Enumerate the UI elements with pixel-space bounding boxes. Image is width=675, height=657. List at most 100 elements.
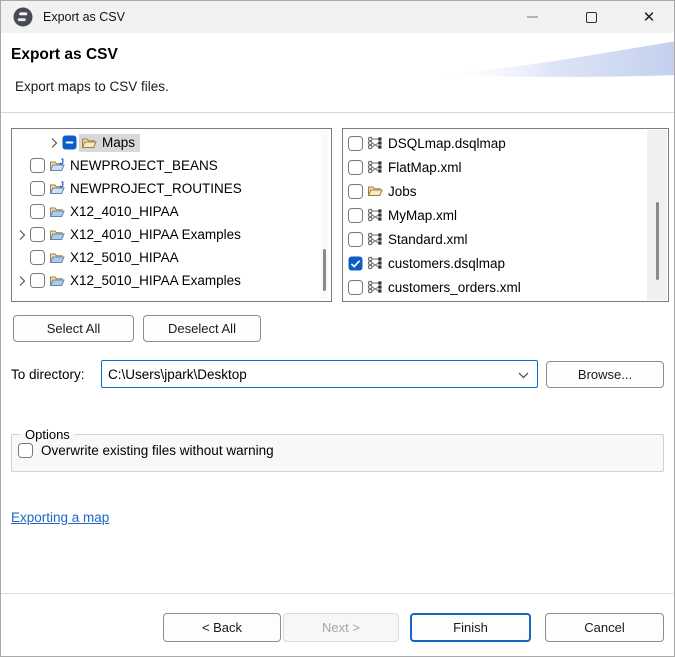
back-button[interactable]: < Back	[163, 613, 281, 642]
tree-item[interactable]: J NEWPROJECT_BEANS	[12, 154, 331, 177]
item-checkbox[interactable]	[348, 160, 363, 175]
next-button[interactable]: Next >	[283, 613, 399, 642]
tree-item[interactable]: X12_5010_HIPAA Examples	[12, 269, 331, 292]
item-checkbox[interactable]	[30, 158, 45, 173]
tree-item[interactable]: Maps	[12, 131, 331, 154]
select-all-button[interactable]: Select All	[13, 315, 134, 342]
footer-separator	[1, 593, 675, 594]
projects-tree-panel: Maps J NEWPROJECT_BEANS J NEWPROJECT_ROUTINE…	[11, 128, 332, 302]
chevron-right-icon[interactable]	[14, 273, 30, 289]
chevron-right-icon[interactable]	[46, 135, 62, 151]
item-label-area[interactable]: X12_4010_HIPAA	[47, 203, 184, 221]
item-label: MyMap.xml	[388, 208, 457, 223]
to-directory-label: To directory:	[11, 360, 85, 388]
item-label-area[interactable]: customers_orders.xml	[365, 278, 526, 296]
tree-item[interactable]: X12_4010_HIPAA Examples	[12, 223, 331, 246]
item-label: NEWPROJECT_BEANS	[70, 158, 218, 173]
item-label-area[interactable]: J NEWPROJECT_ROUTINES	[47, 180, 247, 198]
page-description: Export maps to CSV files.	[15, 79, 169, 94]
list-item[interactable]: customers.dsqlmap	[343, 251, 668, 275]
item-label-area[interactable]: X12_5010_HIPAA	[47, 249, 184, 267]
vertical-scrollbar[interactable]	[321, 131, 328, 299]
folder-open-icon	[367, 183, 384, 199]
wizard-header: Export as CSV Export maps to CSV files.	[1, 33, 675, 113]
directory-combobox[interactable]: C:\Users\jpark\Desktop	[101, 360, 538, 388]
item-checkbox[interactable]	[348, 280, 363, 295]
item-label: DSQLmap.dsqlmap	[388, 136, 506, 151]
item-label: NEWPROJECT_ROUTINES	[70, 181, 242, 196]
map-icon	[367, 135, 384, 151]
item-label-area[interactable]: J NEWPROJECT_BEANS	[47, 157, 223, 175]
item-checkbox[interactable]	[30, 250, 45, 265]
overwrite-checkbox[interactable]	[18, 443, 33, 458]
item-checkbox[interactable]	[30, 181, 45, 196]
cancel-button[interactable]: Cancel	[545, 613, 664, 642]
maximize-button[interactable]	[571, 1, 611, 33]
list-item[interactable]: Standard.xml	[343, 227, 668, 251]
tree-item[interactable]: J NEWPROJECT_ROUTINES	[12, 177, 331, 200]
close-icon: ✕	[643, 10, 656, 25]
item-checkbox[interactable]	[348, 136, 363, 151]
item-checkbox[interactable]	[348, 184, 363, 199]
item-label-area[interactable]: FlatMap.xml	[365, 158, 467, 176]
item-label: Maps	[102, 135, 135, 150]
scrollbar-thumb[interactable]	[656, 202, 659, 280]
tree-item[interactable]: X12_5010_HIPAA	[12, 246, 331, 269]
list-item[interactable]: customers_orders.xml	[343, 275, 668, 299]
window-title: Export as CSV	[43, 1, 125, 33]
item-checkbox[interactable]	[30, 227, 45, 242]
item-label-area[interactable]: DSQLmap.dsqlmap	[365, 134, 511, 152]
item-label-area[interactable]: X12_5010_HIPAA Examples	[47, 272, 246, 290]
svg-text:J: J	[60, 158, 64, 167]
options-legend: Options	[20, 427, 75, 442]
map-icon	[367, 207, 384, 223]
list-item[interactable]: DSQLmap.dsqlmap	[343, 131, 668, 155]
close-button[interactable]: ✕	[629, 1, 669, 33]
app-icon	[13, 7, 33, 27]
folder-open-blue-icon	[49, 273, 66, 289]
item-label-area[interactable]: Jobs	[365, 182, 422, 200]
finish-button[interactable]: Finish	[410, 613, 531, 642]
item-label: X12_4010_HIPAA	[70, 204, 179, 219]
map-icon	[367, 159, 384, 175]
item-label-area[interactable]: X12_4010_HIPAA Examples	[47, 226, 246, 244]
item-label-area[interactable]: MyMap.xml	[365, 206, 462, 224]
minimize-icon	[527, 16, 538, 18]
folder-open-j-icon: J	[49, 181, 66, 197]
chevron-right-icon[interactable]	[14, 227, 30, 243]
map-icon	[367, 231, 384, 247]
map-icon	[367, 255, 384, 271]
title-bar: Export as CSV ✕	[1, 1, 675, 33]
item-label: X12_4010_HIPAA Examples	[70, 227, 241, 242]
minimize-button[interactable]	[512, 1, 552, 33]
item-checkbox[interactable]	[348, 256, 363, 271]
chevron-down-icon[interactable]	[518, 367, 529, 382]
item-checkbox[interactable]	[348, 208, 363, 223]
svg-text:J: J	[60, 181, 64, 190]
directory-value: C:\Users\jpark\Desktop	[108, 367, 518, 382]
browse-button[interactable]: Browse...	[546, 361, 664, 388]
files-list-panel: DSQLmap.dsqlmap FlatMap.xml Jobs MyMap.xml S…	[342, 128, 669, 302]
item-label-area[interactable]: Standard.xml	[365, 230, 473, 248]
item-checkbox[interactable]	[30, 273, 45, 288]
options-group: Options Overwrite existing files without…	[11, 427, 664, 472]
item-label: Standard.xml	[388, 232, 468, 247]
tree-item[interactable]: X12_4010_HIPAA	[12, 200, 331, 223]
item-label: FlatMap.xml	[388, 160, 462, 175]
header-swoosh-decoration	[431, 37, 675, 79]
deselect-all-button[interactable]: Deselect All	[143, 315, 261, 342]
exporting-a-map-link[interactable]: Exporting a map	[11, 510, 109, 525]
item-label: customers_orders.xml	[388, 280, 521, 295]
item-label: customers.dsqlmap	[388, 256, 505, 271]
item-checkbox[interactable]	[62, 135, 77, 150]
item-label-area[interactable]: customers.dsqlmap	[365, 254, 510, 272]
list-item[interactable]: FlatMap.xml	[343, 155, 668, 179]
item-checkbox[interactable]	[30, 204, 45, 219]
item-checkbox[interactable]	[348, 232, 363, 247]
folder-open-blue-icon	[49, 204, 66, 220]
list-item[interactable]: Jobs	[343, 179, 668, 203]
scrollbar-thumb[interactable]	[323, 249, 326, 291]
list-item[interactable]: MyMap.xml	[343, 203, 668, 227]
vertical-scrollbar[interactable]	[647, 130, 667, 300]
item-label-area[interactable]: Maps	[79, 134, 140, 152]
